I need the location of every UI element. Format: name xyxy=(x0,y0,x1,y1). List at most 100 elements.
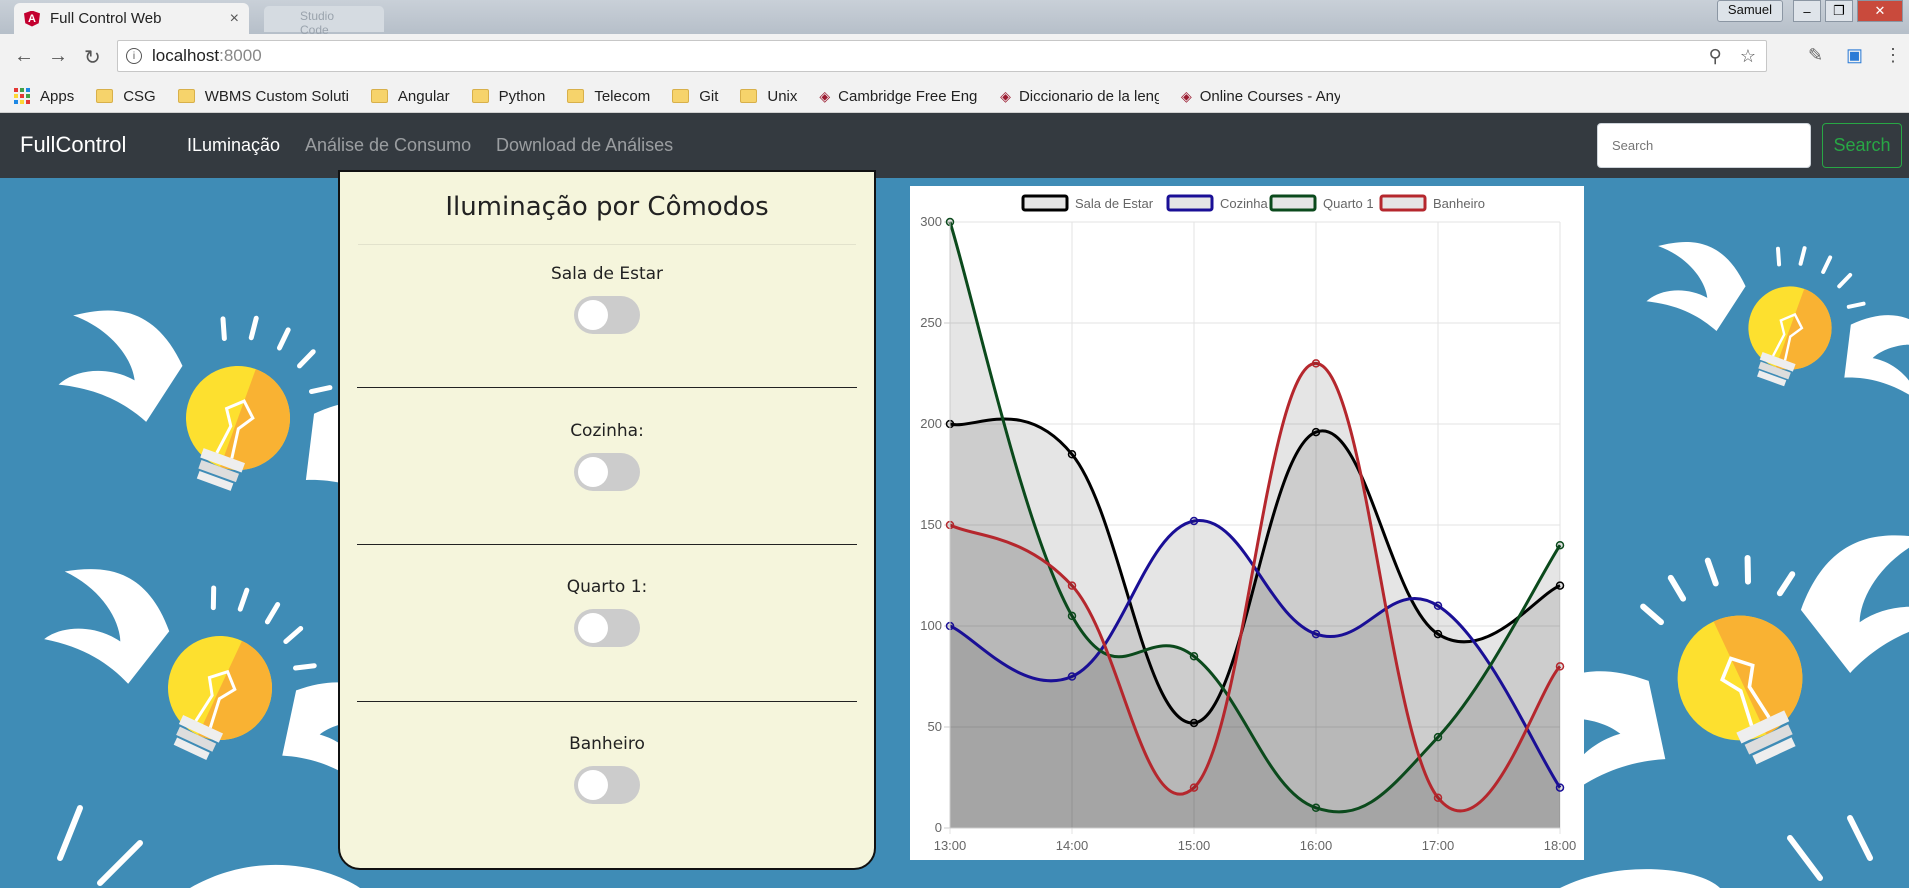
bookmark-label: Git xyxy=(699,87,719,105)
bookmark-4[interactable]: Python xyxy=(471,87,546,105)
data-point[interactable] xyxy=(1189,718,1199,728)
tab-close-icon[interactable]: × xyxy=(230,10,239,28)
nav-download-analises[interactable]: Download de Análises xyxy=(496,135,673,156)
data-point[interactable] xyxy=(1311,427,1321,437)
folder-icon xyxy=(370,89,388,103)
bookmark-label: Cambridge Free Engli xyxy=(838,87,979,105)
room-divider xyxy=(357,701,857,702)
bookmark-label: Diccionario de la leng xyxy=(1018,87,1159,105)
tab-title: Full Control Web xyxy=(50,10,162,27)
menu-icon[interactable]: ⋮ xyxy=(1884,45,1902,66)
url-bar[interactable]: i localhost:8000 ⚲ ☆ xyxy=(117,40,1767,72)
app-navbar: FullControl ILuminação Análise de Consum… xyxy=(0,113,1909,178)
legend-swatch[interactable] xyxy=(1021,194,1069,212)
legend-label[interactable]: Cozinha xyxy=(1220,196,1268,211)
y-tick-label: 200 xyxy=(920,416,942,431)
data-point[interactable] xyxy=(1555,540,1565,550)
data-point[interactable] xyxy=(1067,611,1077,621)
x-tick-label: 15:00 xyxy=(1178,838,1211,853)
bookmark-8[interactable]: ◈ Cambridge Free Engli xyxy=(819,88,978,105)
bookmark-label: Angular xyxy=(397,87,450,105)
nav-analise-consumo[interactable]: Análise de Consumo xyxy=(305,135,471,156)
legend-label[interactable]: Quarto 1 xyxy=(1323,196,1374,211)
legend-label[interactable]: Banheiro xyxy=(1433,196,1485,211)
toggle-knob xyxy=(578,613,608,643)
nav-iluminacao[interactable]: ILuminação xyxy=(187,135,280,156)
bookmark-9[interactable]: ◈ Diccionario de la leng xyxy=(1000,88,1159,105)
browser-tab-inactive[interactable]: Studio Code xyxy=(264,6,384,37)
bookmark-1[interactable]: CSG xyxy=(96,88,156,105)
toggle-sala-de-estar[interactable] xyxy=(574,296,640,334)
window-controls: Samuel – ❐ ✕ xyxy=(1716,0,1903,22)
line-chart-svg: 0 50 100 150 200 250 300 13:00 14:00 15:00 16:00 17… xyxy=(920,194,1576,853)
room-cozinha: Cozinha: xyxy=(340,421,874,441)
legend-swatch[interactable] xyxy=(1379,194,1427,212)
bookmark-7[interactable]: Unix xyxy=(740,88,797,105)
legend-swatch[interactable] xyxy=(1269,194,1317,212)
data-point[interactable] xyxy=(1189,652,1199,661)
data-point[interactable] xyxy=(1433,629,1443,639)
reload-icon[interactable]: ↻ xyxy=(84,45,101,70)
profile-button[interactable]: Samuel xyxy=(1716,0,1783,22)
data-point[interactable] xyxy=(1433,732,1443,742)
data-point[interactable] xyxy=(1433,793,1443,802)
bookmark-2[interactable]: WBMS Custom Soluti xyxy=(177,88,349,105)
data-point[interactable] xyxy=(1555,662,1565,671)
star-icon[interactable]: ☆ xyxy=(1740,46,1756,67)
maximize-icon[interactable]: ❐ xyxy=(1825,0,1853,22)
toggle-quarto-1[interactable] xyxy=(574,609,640,647)
bookmark-3[interactable]: Angular xyxy=(370,87,450,105)
y-tick-label: 100 xyxy=(920,618,942,633)
data-point[interactable] xyxy=(1433,601,1443,611)
forward-icon[interactable]: → xyxy=(48,45,68,68)
title-divider xyxy=(358,244,856,245)
toggle-banheiro[interactable] xyxy=(574,766,640,804)
toggle-knob xyxy=(578,300,608,330)
bookmark-label: CSG xyxy=(123,87,156,105)
data-point[interactable] xyxy=(1067,672,1077,681)
data-point[interactable] xyxy=(1311,803,1321,813)
y-tick-label: 0 xyxy=(935,820,942,835)
x-tick-label: 14:00 xyxy=(1056,838,1089,853)
extension-icon[interactable]: ▣ xyxy=(1846,45,1863,66)
browser-tabstrip: A Full Control Web × Studio Code Samuel … xyxy=(0,0,1909,37)
data-point[interactable] xyxy=(1189,516,1199,526)
bookmark-10[interactable]: ◈ Online Courses - Any xyxy=(1181,88,1340,105)
back-icon[interactable]: ← xyxy=(14,45,34,68)
folder-icon xyxy=(96,89,114,103)
toggle-cozinha[interactable] xyxy=(574,453,640,491)
data-point[interactable] xyxy=(1311,359,1321,368)
bookmark-5[interactable]: Telecom xyxy=(567,88,650,105)
window-close-icon[interactable]: ✕ xyxy=(1857,0,1903,22)
toggle-knob xyxy=(578,457,608,487)
data-point[interactable] xyxy=(1311,629,1321,639)
bookmark-label: Telecom xyxy=(594,87,651,105)
search-button[interactable]: Search xyxy=(1822,123,1902,168)
url-host: localhost xyxy=(152,46,220,65)
data-point[interactable] xyxy=(1067,450,1077,459)
bookmark-0[interactable]: Apps xyxy=(14,88,74,105)
legend-swatch[interactable] xyxy=(1166,194,1214,212)
bookmark-6[interactable]: Git xyxy=(672,88,718,105)
room-quarto-1: Quarto 1: xyxy=(340,577,874,597)
y-tick-label: 150 xyxy=(920,517,942,532)
brand[interactable]: FullControl xyxy=(20,132,126,158)
minimize-icon[interactable]: – xyxy=(1793,0,1821,22)
data-point[interactable] xyxy=(1555,581,1565,590)
search-input[interactable] xyxy=(1597,123,1811,168)
bookmark-label: Python xyxy=(498,87,546,105)
x-tick-label: 17:00 xyxy=(1422,838,1455,853)
eyedropper-extension-icon[interactable]: ✎ xyxy=(1808,45,1823,66)
x-tick-label: 13:00 xyxy=(934,838,967,853)
y-tick-label: 250 xyxy=(920,315,942,330)
site-favicon-icon: ◈ xyxy=(819,87,831,104)
browser-tab-active[interactable]: A Full Control Web × xyxy=(14,3,249,34)
data-point[interactable] xyxy=(1067,581,1077,590)
folder-icon xyxy=(740,89,758,103)
room-label: Cozinha: xyxy=(570,421,644,441)
data-point[interactable] xyxy=(1189,783,1199,792)
legend-label[interactable]: Sala de Estar xyxy=(1075,196,1154,211)
data-point[interactable] xyxy=(1555,783,1565,792)
zoom-icon[interactable]: ⚲ xyxy=(1709,46,1722,67)
info-icon[interactable]: i xyxy=(126,48,142,64)
